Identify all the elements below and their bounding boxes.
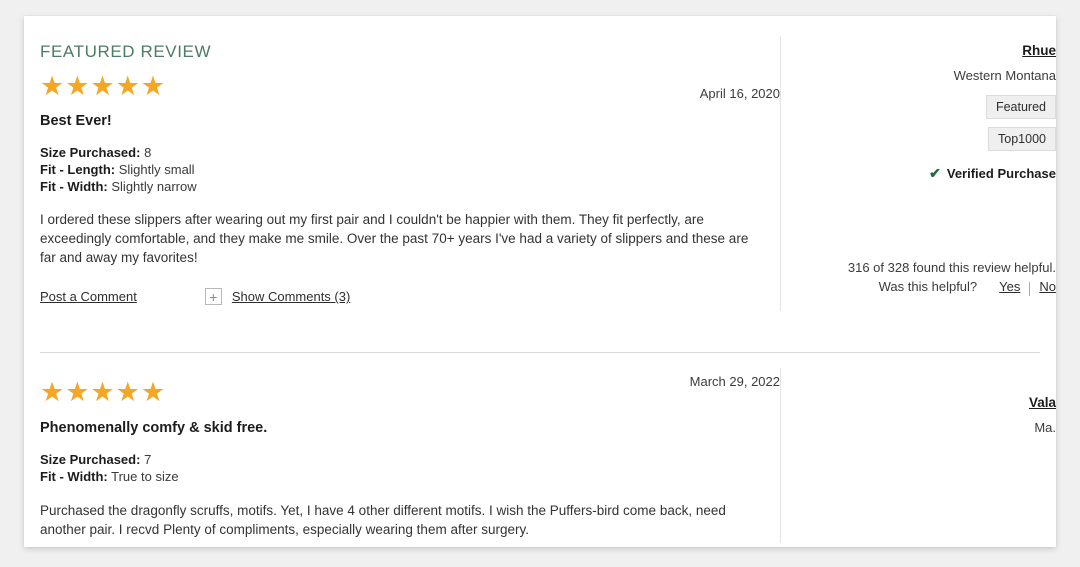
- post-a-comment-link[interactable]: Post a Comment: [40, 289, 137, 304]
- status-badge-featured: Featured: [985, 94, 1056, 119]
- show-comments-link[interactable]: Show Comments (3): [232, 289, 350, 304]
- reviews-card: FEATURED REVIEW ★★★★★ Best Ever! Size Pu…: [24, 16, 1056, 547]
- attribute-row: Fit - Length: Slightly small: [40, 161, 770, 178]
- attribute-key: Size Purchased:: [40, 452, 141, 468]
- helpful-count-text: 316 of 328 found this review helpful.: [847, 260, 1056, 276]
- review-date: March 29, 2022: [689, 374, 780, 389]
- vote-separator: [1029, 281, 1031, 296]
- status-badge-top1000: Top1000: [988, 126, 1056, 152]
- review-meta-column: Vala Ma.: [812, 368, 1056, 434]
- check-icon: ✔: [929, 165, 941, 182]
- attribute-row: Fit - Width: Slightly narrow: [40, 178, 770, 195]
- attribute-value: 8: [144, 145, 152, 161]
- attribute-row: Size Purchased: 8: [40, 144, 770, 161]
- column-divider: [780, 368, 781, 543]
- reviewer-name[interactable]: Vala: [812, 396, 1056, 410]
- attribute-value: True to size: [111, 469, 179, 485]
- attribute-value: Slightly small: [118, 162, 195, 178]
- attribute-row: Fit - Width: True to size: [40, 468, 770, 485]
- attribute-key: Size Purchased:: [40, 145, 141, 161]
- attribute-key: Fit - Length:: [40, 162, 116, 178]
- featured-review-heading: FEATURED REVIEW: [40, 42, 212, 61]
- helpful-vote-row: Was this helpful? Yes No: [812, 277, 1056, 296]
- vote-yes-link[interactable]: Yes: [999, 277, 1020, 296]
- review-actions: Post a Comment + Show Comments (3): [40, 288, 770, 306]
- attribute-value: Slightly narrow: [111, 179, 197, 195]
- review-attributes: Size Purchased: 8 Fit - Length: Slightly…: [40, 144, 770, 195]
- review-body-text: I ordered these slippers after wearing o…: [40, 212, 749, 266]
- verified-purchase: ✔ Verified Purchase: [812, 165, 1056, 182]
- review-attributes: Size Purchased: 7 Fit - Width: True to s…: [40, 451, 770, 485]
- review-date: April 16, 2020: [699, 86, 780, 101]
- attribute-row: Size Purchased: 7: [40, 451, 770, 468]
- badge-list-secondary: Top1000: [812, 126, 1056, 152]
- helpful-question-label: Was this helpful?: [878, 279, 978, 295]
- vote-no-link[interactable]: No: [1039, 277, 1056, 296]
- review-item-featured: FEATURED REVIEW ★★★★★ Best Ever! Size Pu…: [24, 16, 1056, 352]
- attribute-value: 7: [144, 452, 152, 468]
- reviewer-name[interactable]: Rhue: [812, 44, 1056, 58]
- review-title: Best Ever!: [40, 113, 112, 129]
- review-title: Phenomenally comfy & skid free.: [40, 420, 268, 436]
- review-meta-column: Rhue Western Montana Featured Top1000 ✔ V…: [812, 16, 1056, 296]
- attribute-key: Fit - Width:: [40, 469, 108, 485]
- expand-comments-plus-icon[interactable]: +: [204, 288, 222, 306]
- verified-purchase-label: Verified Purchase: [946, 166, 1056, 182]
- review-main-column: FEATURED REVIEW ★★★★★ Best Ever! Size Pu…: [40, 16, 770, 306]
- column-divider: [780, 36, 781, 311]
- badge-list: Featured: [812, 94, 1056, 119]
- review-body-text: Purchased the dragonfly scruffs, motifs.…: [40, 503, 726, 538]
- attribute-key: Fit - Width:: [40, 179, 108, 195]
- reviewer-location: Western Montana: [953, 67, 1056, 83]
- reviewer-location: Ma.: [1034, 419, 1056, 435]
